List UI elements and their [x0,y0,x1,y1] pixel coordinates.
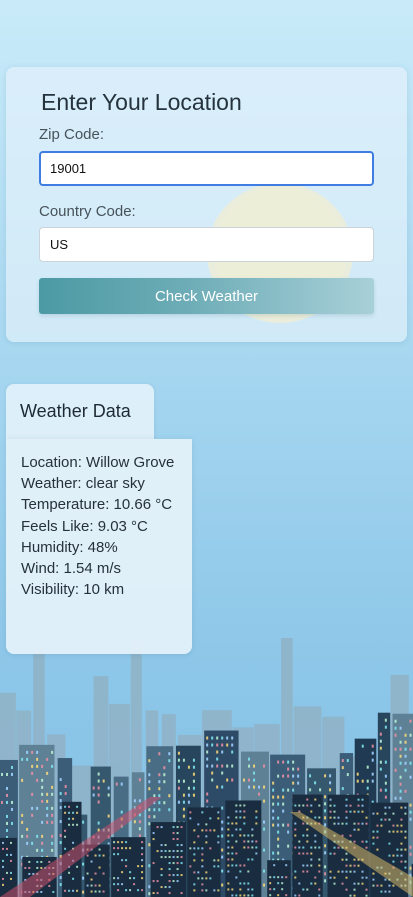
visibility-text: Visibility: 10 km [21,581,125,599]
location-form-card: Enter Your Location Zip Code: Country Co… [6,67,407,342]
country-code-label: Country Code: [39,203,136,220]
check-weather-button[interactable]: Check Weather [39,278,374,314]
country-code-input[interactable] [39,227,374,262]
humidity-text: Humidity: 48% [21,538,118,556]
temperature-text: Temperature: 10.66 °C [21,496,173,514]
weather-data-header: Weather Data [6,384,154,439]
weather-data-panel: Location: Willow Grove Weather: clear sk… [6,439,192,654]
wind-text: Wind: 1.54 m/s [21,560,122,578]
weather-data-title: Weather Data [20,401,131,421]
zip-code-input[interactable] [39,151,374,186]
weather-condition-text: Weather: clear sky [21,475,145,493]
zip-code-label: Zip Code: [39,126,105,143]
feels-like-text: Feels Like: 9.03 °C [21,517,148,535]
location-text: Location: Willow Grove [21,454,175,471]
form-title: Enter Your Location [41,89,242,115]
